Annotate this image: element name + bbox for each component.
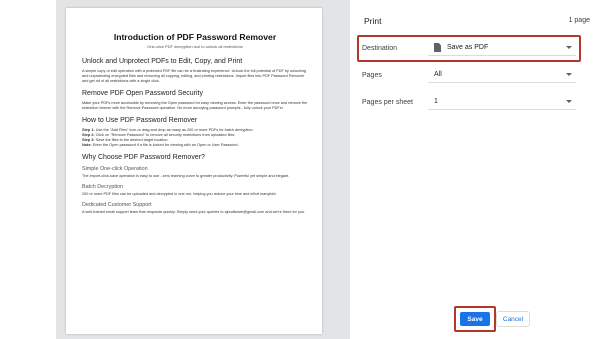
page-count: 1 page bbox=[568, 17, 590, 24]
section-body: A simple copy or edit operation with a p… bbox=[82, 69, 306, 83]
subsection-body: 200 or more PDF files can be uploaded an… bbox=[82, 192, 277, 196]
destination-highlight bbox=[357, 35, 581, 62]
subsection-heading: Simple One-click Operation bbox=[82, 166, 148, 172]
pages-value: All bbox=[434, 71, 442, 78]
pages-per-sheet-label: Pages per sheet bbox=[362, 99, 413, 106]
section-heading: Why Choose PDF Password Remover? bbox=[82, 154, 205, 161]
document-subtitle: One-click PDF decryption tool to unlock … bbox=[147, 44, 243, 49]
section-heading: Remove PDF Open Password Security bbox=[82, 90, 203, 97]
cancel-button[interactable]: Cancel bbox=[496, 311, 530, 327]
section-heading: How to Use PDF Password Remover bbox=[82, 117, 198, 124]
save-button[interactable]: Save bbox=[460, 312, 490, 326]
step-item: Note: Enter the Open password if a file … bbox=[82, 143, 239, 147]
subsection-heading: Dedicated Customer Support bbox=[82, 202, 152, 208]
subsection-heading: Batch Decryption bbox=[82, 184, 124, 190]
section-body: Make your PDFs more accessible by removi… bbox=[82, 101, 308, 110]
chevron-down-icon bbox=[566, 73, 572, 76]
pdf-page-preview: Introduction of PDF Password Remover One… bbox=[66, 8, 322, 334]
pages-per-sheet-select[interactable]: 1 bbox=[428, 94, 576, 110]
subsection-body: A well-trained email support team that r… bbox=[82, 210, 306, 214]
subsection-body: The import-click-save operation is easy … bbox=[82, 174, 290, 178]
chevron-down-icon bbox=[566, 100, 572, 103]
pages-label: Pages bbox=[362, 72, 382, 79]
print-settings-panel: Print 1 page Destination Save as PDF Pag… bbox=[350, 0, 602, 339]
print-title: Print bbox=[364, 16, 382, 26]
document-title: Introduction of PDF Password Remover bbox=[113, 32, 277, 42]
pages-select[interactable]: All bbox=[428, 67, 576, 83]
pages-per-sheet-value: 1 bbox=[434, 98, 438, 105]
section-heading: Unlock and Unprotect PDFs to Edit, Copy,… bbox=[82, 58, 243, 65]
